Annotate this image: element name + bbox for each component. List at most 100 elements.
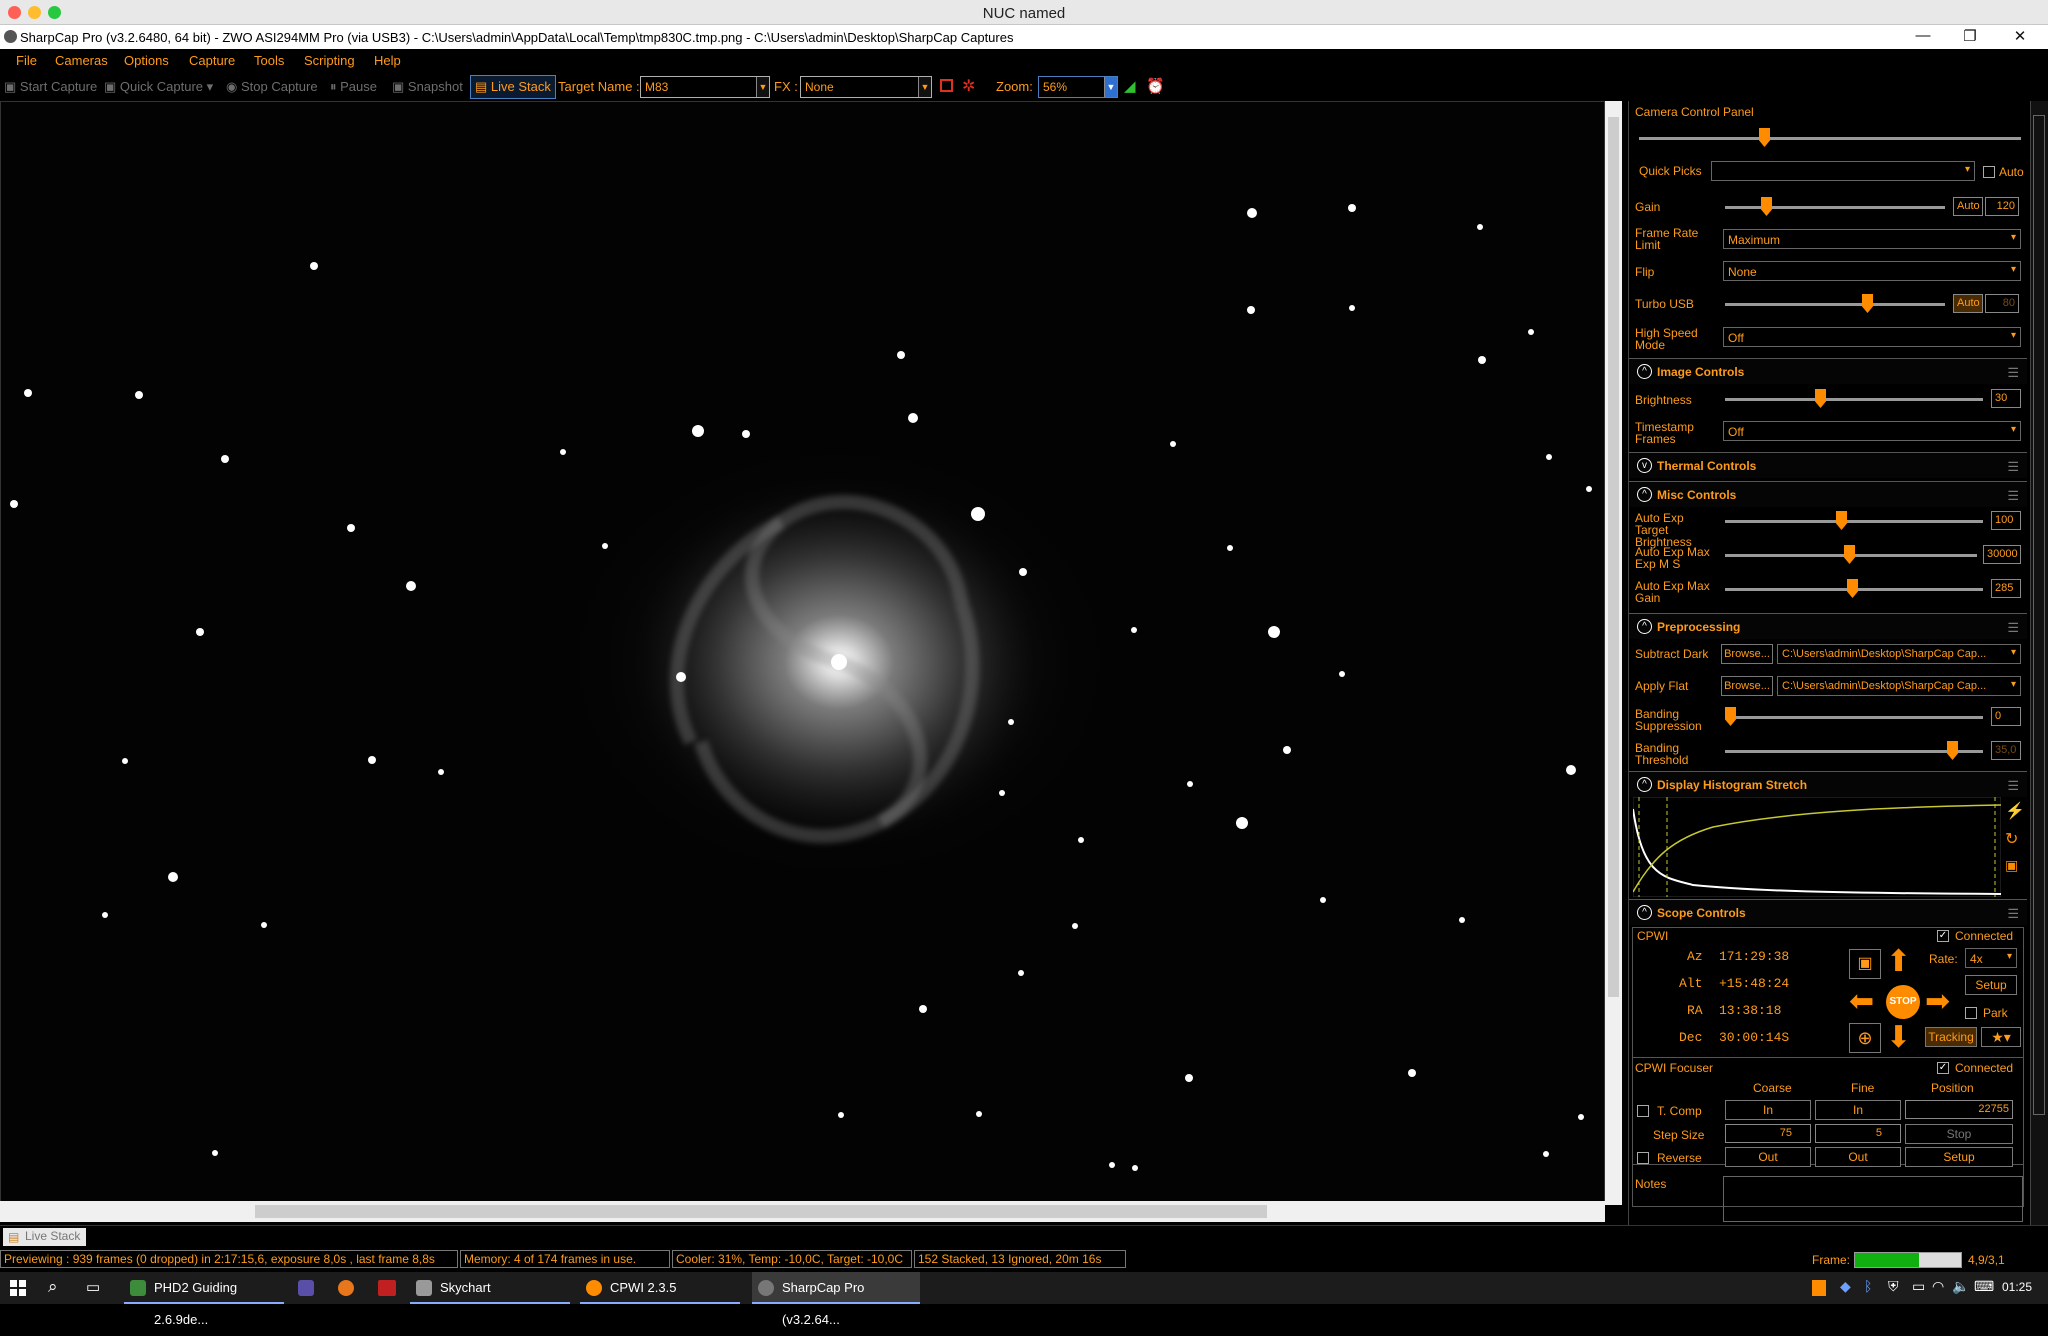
arrow-left-icon[interactable]: ⬅ bbox=[1849, 987, 1874, 1017]
collapse-icon[interactable]: ^ bbox=[1637, 619, 1652, 634]
auto-checkbox[interactable] bbox=[1983, 166, 1995, 178]
auto-exp-max-slider-thumb[interactable] bbox=[1844, 545, 1855, 564]
gain-value[interactable]: 120 bbox=[1985, 197, 2019, 216]
apply-flat-browse-button[interactable]: Browse... bbox=[1721, 676, 1773, 696]
taskbar-skychart[interactable]: Skychart bbox=[410, 1272, 570, 1304]
banding-threshold-slider-thumb[interactable] bbox=[1947, 741, 1958, 760]
viewer-horizontal-scrollbar[interactable] bbox=[0, 1201, 1605, 1222]
flip-select[interactable]: None ▾ bbox=[1723, 261, 2021, 281]
turbo-slider-thumb[interactable] bbox=[1862, 294, 1873, 313]
reset-icon[interactable]: ↻ bbox=[2005, 829, 2018, 849]
collapse-icon[interactable]: ^ bbox=[1637, 487, 1652, 502]
expand-icon[interactable]: v bbox=[1637, 458, 1652, 473]
windows-start-icon[interactable] bbox=[10, 1280, 26, 1296]
tray-app-icon[interactable] bbox=[1812, 1280, 1826, 1296]
volume-icon[interactable]: 🔈 bbox=[1952, 1278, 1969, 1295]
image-controls-header[interactable]: ^ Image Controls ☰ bbox=[1629, 358, 2027, 384]
gain-auto-button[interactable]: Auto bbox=[1953, 197, 1983, 216]
brightness-value[interactable]: 30 bbox=[1991, 389, 2021, 408]
quick-capture-button[interactable]: ▣ Quick Capture ▾ bbox=[104, 79, 213, 95]
menu-icon[interactable]: ☰ bbox=[2007, 906, 2019, 922]
preprocessing-header[interactable]: ^ Preprocessing ☰ bbox=[1629, 613, 2027, 639]
turbo-auto-button[interactable]: Auto bbox=[1953, 294, 1983, 313]
app-icon[interactable] bbox=[298, 1280, 314, 1296]
turbo-slider-track[interactable] bbox=[1725, 303, 1945, 306]
tcomp-checkbox[interactable] bbox=[1637, 1105, 1649, 1117]
live-stack-button[interactable]: ▤ Live Stack bbox=[470, 75, 556, 99]
frame-rate-select[interactable]: Maximum ▾ bbox=[1723, 229, 2021, 249]
high-speed-select[interactable]: Off ▾ bbox=[1723, 327, 2021, 347]
focuser-setup-button[interactable]: Setup bbox=[1905, 1147, 2013, 1167]
menu-tools[interactable]: Tools bbox=[254, 53, 284, 68]
fine-step-input[interactable]: 5 bbox=[1815, 1124, 1901, 1143]
menu-scripting[interactable]: Scripting bbox=[304, 53, 355, 68]
save-icon[interactable]: ▣ bbox=[2005, 857, 2018, 874]
auto-exp-target-slider-thumb[interactable] bbox=[1836, 511, 1847, 530]
park-checkbox[interactable] bbox=[1965, 1007, 1977, 1019]
scroll-thumb[interactable] bbox=[2033, 115, 2045, 1115]
taskbar-cpwi[interactable]: CPWI 2.3.5 bbox=[580, 1272, 740, 1304]
snapshot-button[interactable]: ▣ Snapshot bbox=[392, 79, 463, 95]
histogram-icon[interactable]: ◢ bbox=[1124, 77, 1136, 95]
banding-suppression-slider-thumb[interactable] bbox=[1725, 707, 1736, 726]
tab-live-stack[interactable]: ▤ Live Stack bbox=[3, 1228, 87, 1246]
gain-slider-track[interactable] bbox=[1725, 206, 1945, 209]
auto-exp-target-value[interactable]: 100 bbox=[1991, 511, 2021, 530]
banding-suppression-slider-track[interactable] bbox=[1725, 716, 1983, 719]
taskbar-sharpcap[interactable]: SharpCap Pro (v3.2.64... bbox=[752, 1272, 920, 1327]
reverse-checkbox[interactable] bbox=[1637, 1152, 1649, 1164]
focuser-connected-checkbox[interactable]: ✓ bbox=[1937, 1062, 1949, 1074]
firefox-icon[interactable] bbox=[338, 1280, 354, 1296]
collapse-icon[interactable]: ^ bbox=[1637, 777, 1652, 792]
misc-controls-header[interactable]: ^ Misc Controls ☰ bbox=[1629, 481, 2027, 507]
security-icon[interactable]: ⛨ bbox=[1888, 1278, 1899, 1295]
search-icon[interactable]: ⌕ bbox=[48, 1277, 58, 1297]
scroll-thumb[interactable] bbox=[1608, 117, 1619, 997]
quick-picks-select[interactable]: ▾ bbox=[1711, 161, 1975, 181]
notes-textarea[interactable] bbox=[1723, 1176, 2023, 1222]
histogram-header[interactable]: ^ Display Histogram Stretch ☰ bbox=[1629, 771, 2027, 797]
auto-exp-gain-slider-thumb[interactable] bbox=[1847, 579, 1858, 598]
focuser-stop-button[interactable]: Stop bbox=[1905, 1124, 2013, 1144]
restore-button[interactable]: ❐ bbox=[1955, 27, 1985, 47]
coarse-out-button[interactable]: Out bbox=[1725, 1147, 1811, 1167]
stop-slew-button[interactable]: STOP bbox=[1886, 985, 1920, 1019]
menu-options[interactable]: Options bbox=[124, 53, 169, 68]
arrow-up-icon[interactable]: ⬆ bbox=[1886, 947, 1911, 977]
target-icon[interactable]: ⊕ bbox=[1849, 1023, 1881, 1053]
rate-select[interactable]: 4x ▾ bbox=[1965, 948, 2017, 968]
menu-icon[interactable]: ☰ bbox=[2007, 488, 2019, 504]
chevron-down-icon[interactable]: ▼ bbox=[756, 77, 769, 97]
menu-capture[interactable]: Capture bbox=[189, 53, 235, 68]
chevron-down-icon[interactable]: ▼ bbox=[918, 77, 931, 97]
close-button[interactable]: ✕ bbox=[2005, 27, 2035, 47]
exposure-slider-thumb[interactable] bbox=[1759, 128, 1770, 147]
collapse-icon[interactable]: ^ bbox=[1637, 905, 1652, 920]
coarse-step-input[interactable]: 75 bbox=[1725, 1124, 1811, 1143]
scope-connected-checkbox[interactable]: ✓ bbox=[1937, 930, 1949, 942]
wifi-icon[interactable]: ◠ bbox=[1932, 1278, 1944, 1295]
network-icon[interactable]: ▭ bbox=[1912, 1278, 1925, 1295]
scope-setup-button[interactable]: Setup bbox=[1965, 975, 2017, 995]
menu-icon[interactable]: ☰ bbox=[2007, 365, 2019, 381]
menu-file[interactable]: File bbox=[16, 53, 37, 68]
bluetooth-icon[interactable]: ᛒ bbox=[1864, 1278, 1872, 1294]
select-area-icon[interactable] bbox=[940, 79, 953, 92]
auto-exp-gain-value[interactable]: 285 bbox=[1991, 579, 2021, 598]
tracking-button[interactable]: Tracking bbox=[1925, 1027, 1977, 1047]
fx-select[interactable]: None ▼ bbox=[800, 76, 932, 98]
pause-button[interactable]: ⏸ Pause bbox=[330, 79, 377, 95]
zoom-select[interactable]: 56% ▼ bbox=[1038, 76, 1118, 98]
task-view-icon[interactable]: ▭ bbox=[86, 1278, 100, 1296]
viewer-vertical-scrollbar[interactable] bbox=[1605, 101, 1622, 1205]
fine-in-button[interactable]: In bbox=[1815, 1100, 1901, 1120]
brightness-slider-thumb[interactable] bbox=[1815, 389, 1826, 408]
target-name-input[interactable]: M83 ▼ bbox=[640, 76, 770, 98]
panel-scrollbar[interactable] bbox=[2030, 101, 2048, 1225]
clock[interactable]: 01:25 bbox=[2002, 1280, 2032, 1294]
turbo-value[interactable]: 80 bbox=[1985, 294, 2019, 313]
crosshair-icon[interactable]: ✲ bbox=[962, 76, 975, 96]
arrow-right-icon[interactable]: ➡ bbox=[1925, 987, 1950, 1017]
sync-icon[interactable]: ▣ bbox=[1849, 949, 1881, 979]
image-viewer[interactable] bbox=[0, 101, 1605, 1275]
